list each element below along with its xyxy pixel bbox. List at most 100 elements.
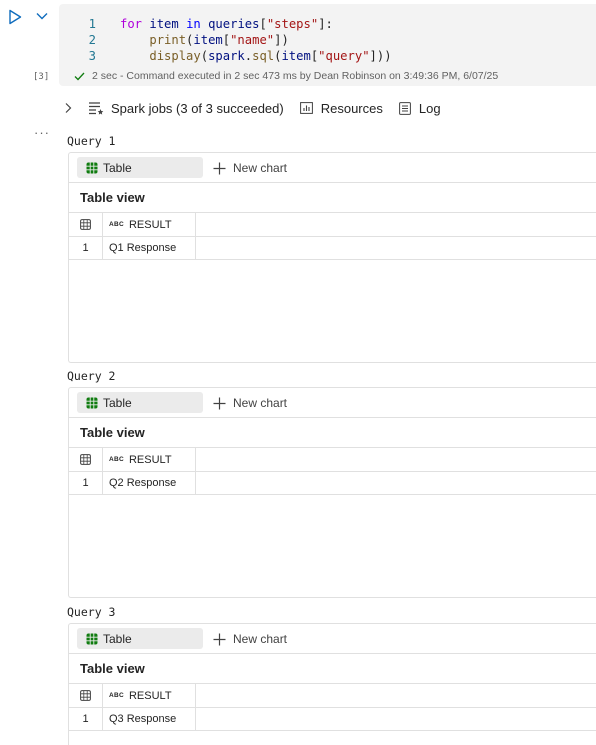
table-view-title: Table view xyxy=(80,190,145,205)
table-tab[interactable]: Table xyxy=(77,628,203,649)
table-view-title: Table view xyxy=(80,661,145,676)
chevron-right-icon[interactable] xyxy=(64,102,72,114)
line-number: 3 xyxy=(88,49,96,63)
new-chart-label: New chart xyxy=(233,161,288,175)
status-text: 2 sec - Command executed in 2 sec 473 ms… xyxy=(92,70,499,82)
new-chart-button[interactable]: New chart xyxy=(213,158,287,178)
string-literal: "query" xyxy=(318,49,370,63)
select-all-grid-icon xyxy=(80,454,91,465)
variable: item xyxy=(149,17,179,31)
result-grid: ABC RESULT 1 Q3 Response xyxy=(69,683,596,731)
header-row: ABC RESULT xyxy=(69,447,596,471)
function-name: sql xyxy=(252,49,275,63)
more-options-icon[interactable]: ··· xyxy=(34,125,50,140)
execution-count: [3] xyxy=(33,72,50,82)
execution-status: 2 sec - Command executed in 2 sec 473 ms… xyxy=(74,70,498,82)
column-header-result[interactable]: ABC RESULT xyxy=(103,684,196,707)
output-toolbar: Table New chart xyxy=(69,153,596,183)
variable: item xyxy=(281,49,311,63)
resources-chart-icon xyxy=(299,102,313,114)
punctuation: ]) xyxy=(274,33,289,47)
plus-icon xyxy=(213,633,226,645)
select-all-grid-icon xyxy=(80,219,91,230)
table-tab-label: Table xyxy=(103,160,132,175)
table-tab[interactable]: Table xyxy=(77,392,203,413)
string-literal: "name" xyxy=(230,33,275,47)
variable: spark xyxy=(208,49,245,63)
punctuation: ( xyxy=(186,33,194,47)
result-cell[interactable]: Q3 Response xyxy=(103,708,196,730)
table-tab-label: Table xyxy=(103,395,132,410)
column-header-label: RESULT xyxy=(128,453,172,466)
output-toolbar: Table New chart xyxy=(69,624,596,654)
log-icon xyxy=(398,101,411,115)
function-name: display xyxy=(149,49,201,63)
new-chart-button[interactable]: New chart xyxy=(213,393,287,413)
string-type-badge: ABC xyxy=(109,692,124,699)
punctuation: . xyxy=(244,49,253,63)
log-tab[interactable]: Log xyxy=(419,101,441,116)
table-tab-label: Table xyxy=(103,631,132,646)
punctuation: ( xyxy=(200,49,209,63)
result-cell[interactable]: Q2 Response xyxy=(103,472,196,494)
row-index: 1 xyxy=(69,237,103,259)
column-header-result[interactable]: ABC RESULT xyxy=(103,448,196,471)
table-row: 1 Q3 Response xyxy=(69,707,596,731)
column-header-result[interactable]: ABC RESULT xyxy=(103,213,196,236)
plus-icon xyxy=(213,162,226,174)
keyword: in xyxy=(186,17,201,31)
punctuation: ( xyxy=(274,49,282,63)
chevron-down-icon[interactable] xyxy=(35,10,49,22)
query-output-panel: Table New chart Table view ABC RESULT 1 … xyxy=(68,387,596,598)
query-output-panel: Table New chart Table view ABC RESULT 1 … xyxy=(68,152,596,363)
select-all-grid-icon xyxy=(80,690,91,701)
result-grid: ABC RESULT 1 Q2 Response xyxy=(69,447,596,495)
table-row: 1 Q2 Response xyxy=(69,471,596,495)
punctuation: [ xyxy=(310,49,319,63)
resources-tab[interactable]: Resources xyxy=(321,101,383,116)
function-name: print xyxy=(149,33,187,47)
line-number: 2 xyxy=(88,33,96,47)
check-icon xyxy=(74,72,85,80)
result-grid: ABC RESULT 1 Q1 Response xyxy=(69,212,596,260)
run-cell-button[interactable] xyxy=(8,9,22,25)
plus-icon xyxy=(213,397,226,409)
table-tab[interactable]: Table xyxy=(77,157,203,178)
new-chart-button[interactable]: New chart xyxy=(213,629,287,649)
result-cell[interactable]: Q1 Response xyxy=(103,237,196,259)
string-type-badge: ABC xyxy=(109,221,124,228)
code-line: 1 for item in queries["steps"]: xyxy=(59,16,392,32)
select-all-cell[interactable] xyxy=(69,448,103,471)
query-title: Query 1 xyxy=(67,134,116,148)
keyword: for xyxy=(120,17,143,31)
punctuation: ]: xyxy=(318,17,333,31)
table-grid-icon xyxy=(86,397,98,408)
header-row: ABC RESULT xyxy=(69,212,596,236)
code-line: 2 print(item["name"]) xyxy=(59,32,392,48)
header-row: ABC RESULT xyxy=(69,683,596,707)
column-header-label: RESULT xyxy=(128,689,172,702)
table-view-title: Table view xyxy=(80,425,145,440)
punctuation: [ xyxy=(222,33,231,47)
new-chart-label: New chart xyxy=(233,632,288,646)
table-row: 1 Q1 Response xyxy=(69,236,596,260)
table-grid-icon xyxy=(86,633,98,644)
output-toolbar: Table New chart xyxy=(69,388,596,418)
row-index: 1 xyxy=(69,472,103,494)
table-grid-icon xyxy=(86,162,98,173)
spark-jobs-toggle[interactable]: Spark jobs (3 of 3 succeeded) xyxy=(111,101,284,116)
code-line: 3 display(spark. sql(item["query"])) xyxy=(59,48,392,64)
punctuation: ])) xyxy=(369,49,392,63)
select-all-cell[interactable] xyxy=(69,684,103,707)
query-output-panel: Table New chart Table view ABC RESULT 1 … xyxy=(68,623,596,745)
punctuation: [ xyxy=(259,17,267,31)
variable: item xyxy=(193,33,223,47)
query-title: Query 2 xyxy=(67,369,116,383)
spark-jobs-bar: Spark jobs (3 of 3 succeeded) Resources … xyxy=(64,99,441,117)
select-all-cell[interactable] xyxy=(69,213,103,236)
column-header-label: RESULT xyxy=(128,218,172,231)
string-literal: "steps" xyxy=(266,17,319,31)
variable: queries xyxy=(208,17,260,31)
row-index: 1 xyxy=(69,708,103,730)
line-number: 1 xyxy=(88,17,96,31)
